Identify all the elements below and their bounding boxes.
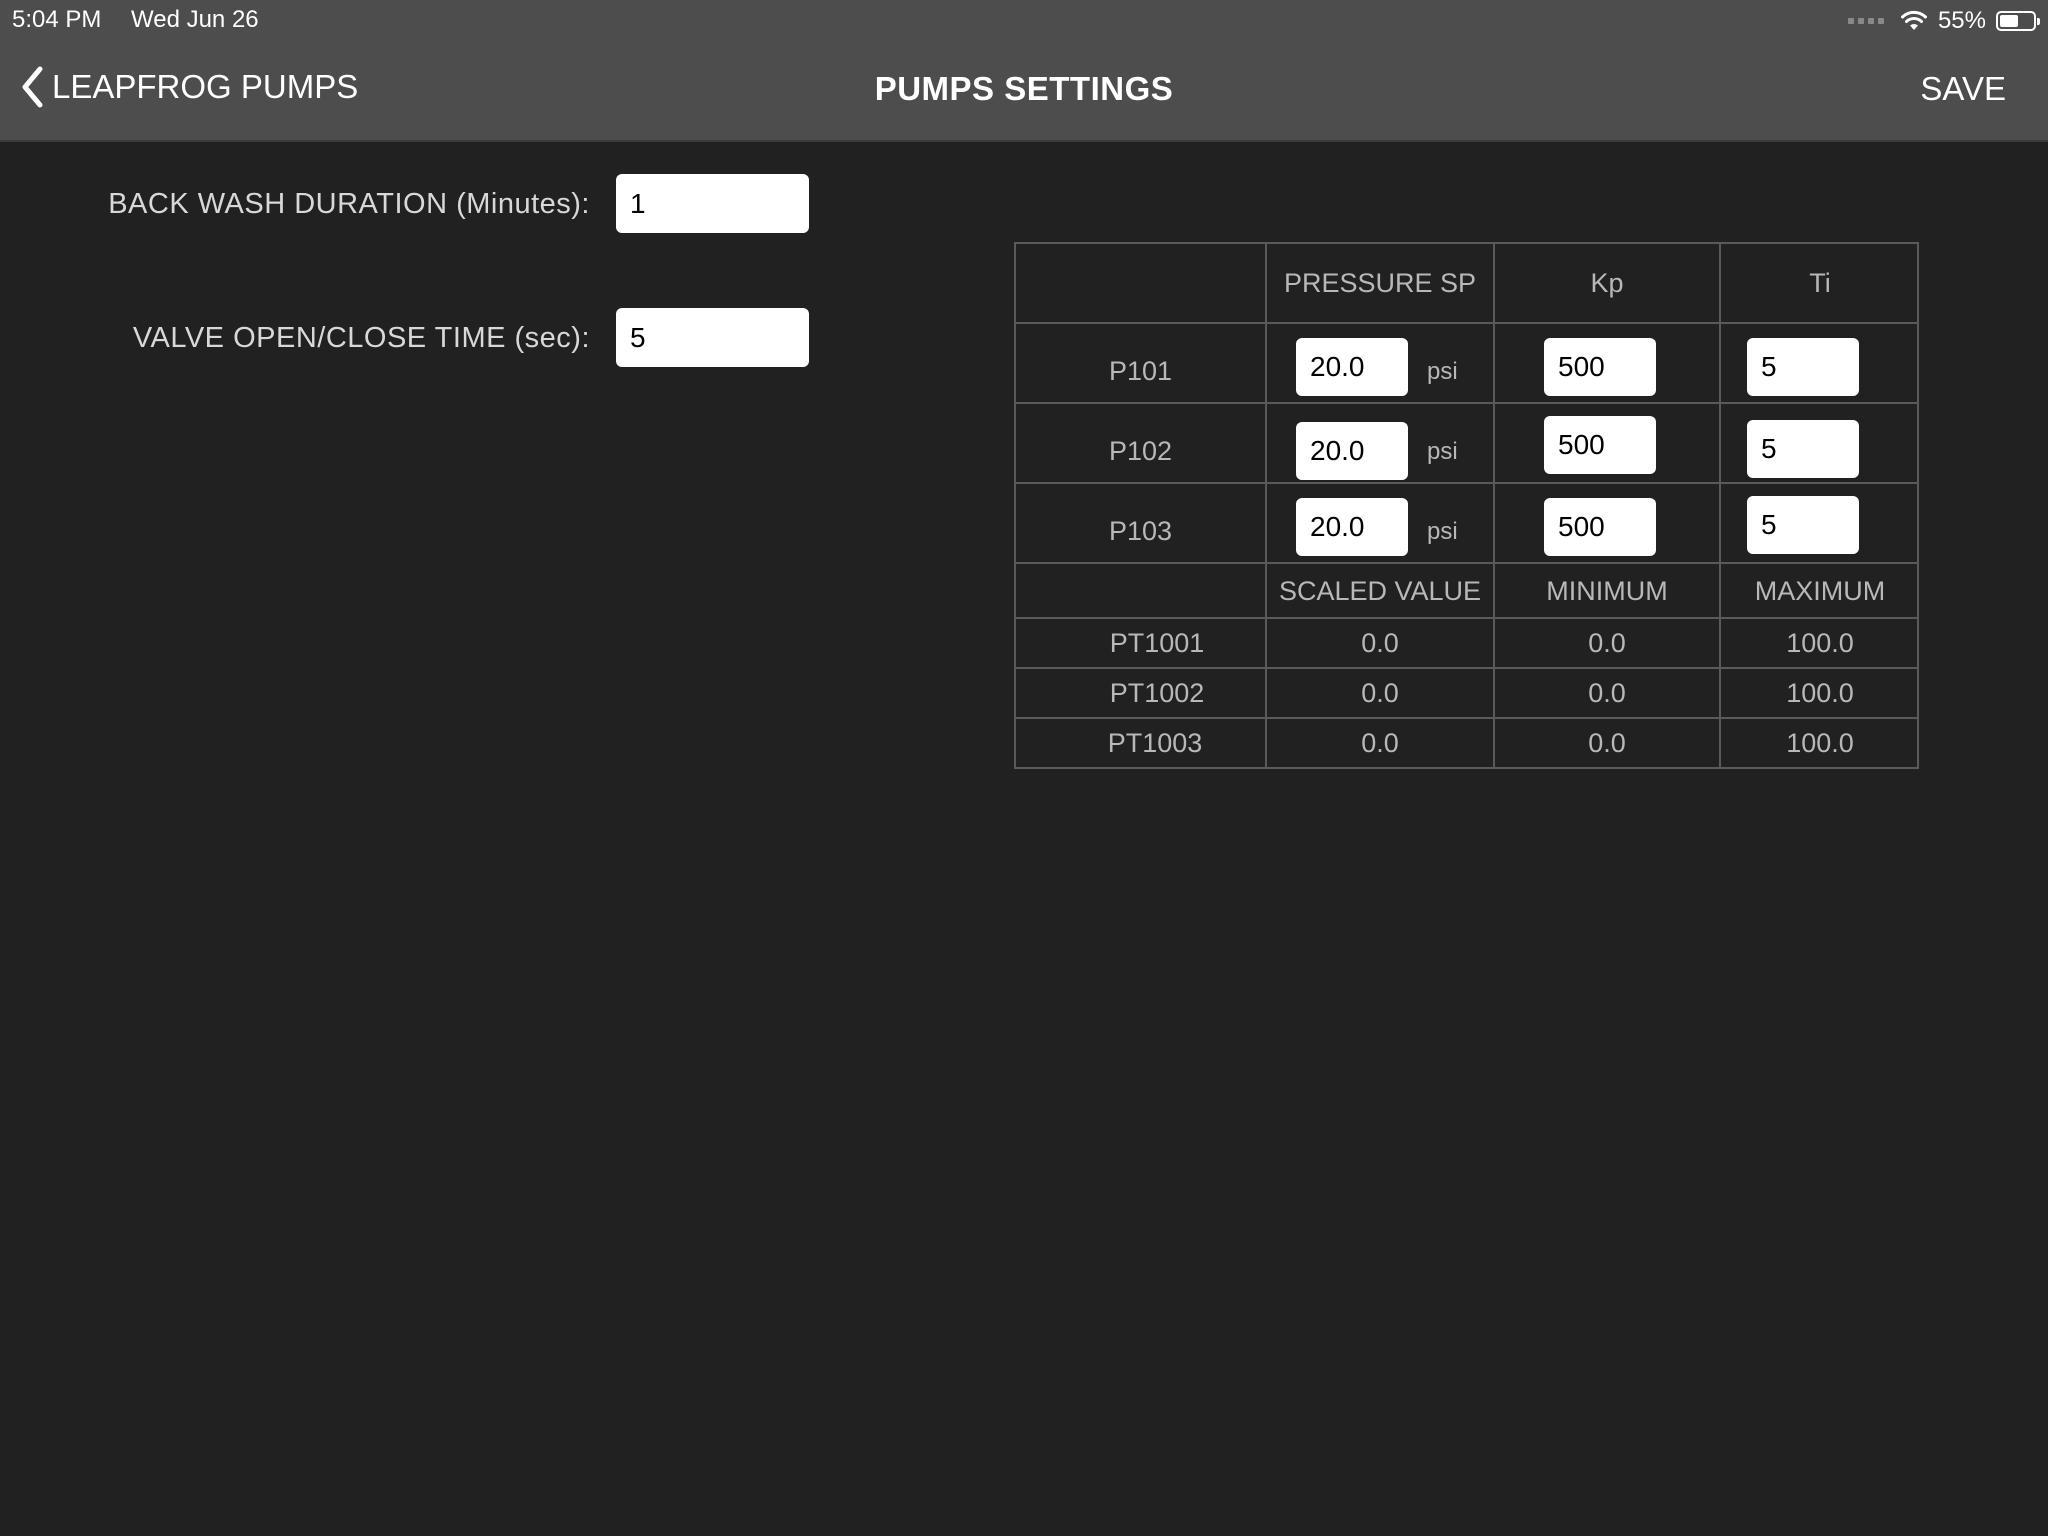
backwash-duration-input[interactable] (616, 174, 809, 233)
column-header-ti: Ti (1809, 268, 1831, 298)
kp-input[interactable] (1544, 416, 1656, 474)
status-date: Wed Jun 26 (131, 6, 259, 33)
pump-settings-table: PRESSURE SP Kp Ti P101 psi P102 psi P103… (1014, 242, 1919, 769)
maximum-value: 100.0 (1786, 678, 1854, 708)
maximum-value: 100.0 (1786, 728, 1854, 758)
maximum-value: 100.0 (1786, 628, 1854, 658)
ti-input[interactable] (1747, 496, 1859, 554)
kp-input[interactable] (1544, 338, 1656, 396)
minimum-value: 0.0 (1588, 678, 1626, 708)
cellular-signal-icon (1847, 18, 1884, 24)
sensor-name: PT1002 (1109, 678, 1205, 708)
status-time: 5:04 PM (12, 6, 102, 33)
page-title: PUMPS SETTINGS (874, 70, 1174, 107)
wifi-icon (1900, 10, 1927, 30)
valve-time-input[interactable] (616, 308, 809, 367)
battery-icon (1996, 11, 2040, 31)
column-header-scaled-value: SCALED VALUE (1278, 576, 1482, 606)
status-indicators: 55% (1847, 6, 2040, 36)
ti-input[interactable] (1747, 420, 1859, 478)
scaled-value: 0.0 (1361, 678, 1399, 708)
kp-input[interactable] (1544, 498, 1656, 556)
pump-name: P101 (1108, 356, 1173, 386)
table-divider (1016, 717, 1917, 719)
pressure-unit: psi (1427, 358, 1458, 385)
valve-time-label: VALVE OPEN/CLOSE TIME (sec): (132, 322, 590, 354)
pressure-sp-input[interactable] (1296, 338, 1408, 396)
pressure-unit: psi (1427, 518, 1458, 545)
pump-name: P102 (1108, 436, 1173, 466)
pressure-unit: psi (1427, 438, 1458, 465)
minimum-value: 0.0 (1588, 728, 1626, 758)
scaled-value: 0.0 (1361, 628, 1399, 658)
column-header-minimum: MINIMUM (1546, 576, 1668, 606)
backwash-duration-label: BACK WASH DURATION (Minutes): (108, 188, 590, 220)
table-divider (1016, 402, 1917, 404)
sensor-name: PT1003 (1107, 728, 1203, 758)
pump-name: P103 (1108, 516, 1173, 546)
table-divider (1016, 482, 1917, 484)
column-header-maximum: MAXIMUM (1754, 576, 1886, 606)
table-divider (1016, 667, 1917, 669)
minimum-value: 0.0 (1588, 628, 1626, 658)
scaled-value: 0.0 (1361, 728, 1399, 758)
table-divider (1016, 322, 1917, 324)
table-divider (1016, 562, 1917, 564)
pressure-sp-input[interactable] (1296, 422, 1408, 480)
ti-input[interactable] (1747, 338, 1859, 396)
navigation-bar: 5:04 PM Wed Jun 26 55% LEAPFROG PUMPS PU… (0, 0, 2048, 142)
battery-percent: 55% (1937, 7, 1986, 34)
sensor-name: PT1001 (1109, 628, 1205, 658)
column-header-kp: Kp (1590, 268, 1624, 298)
pressure-sp-input[interactable] (1296, 498, 1408, 556)
save-button[interactable]: SAVE (1920, 70, 2006, 108)
table-divider (1016, 617, 1917, 619)
column-header-pressure-sp: PRESSURE SP (1283, 268, 1477, 298)
